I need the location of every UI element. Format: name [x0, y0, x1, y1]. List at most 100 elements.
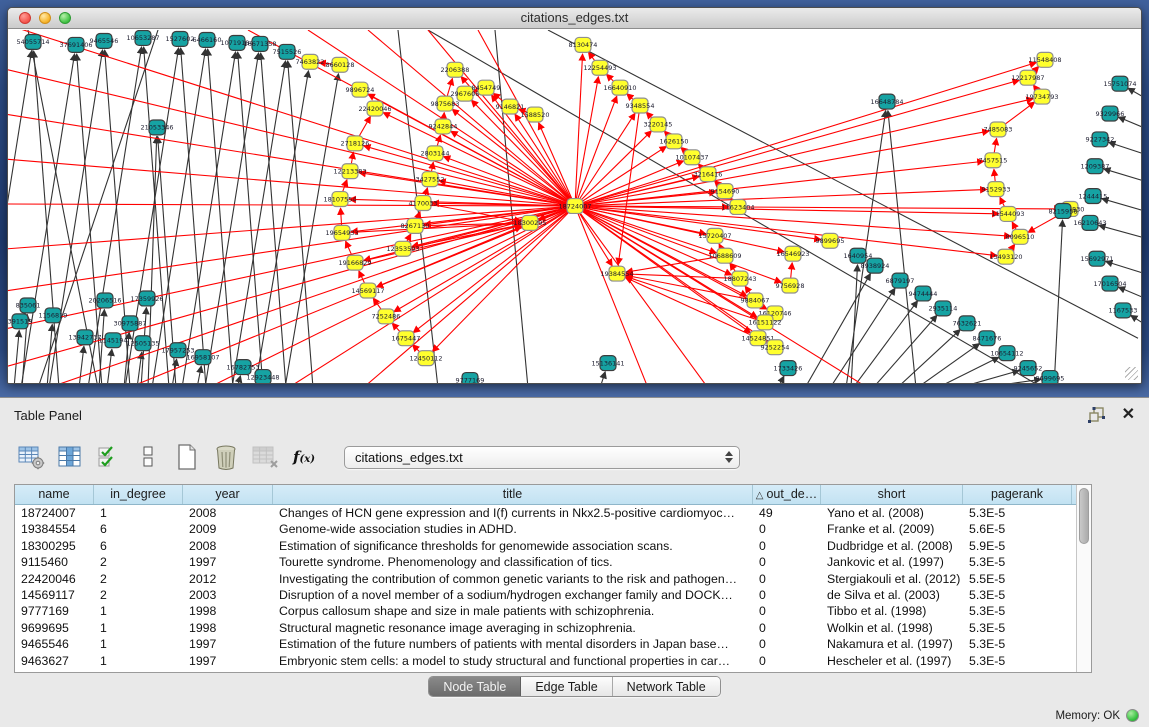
- scrollbar-thumb[interactable]: [1079, 488, 1089, 544]
- graph-node[interactable]: 6879197: [886, 273, 915, 288]
- network-view-window[interactable]: citations_edges.txt 18724007220638898756…: [7, 7, 1142, 384]
- graph-node[interactable]: 9899695: [816, 233, 845, 248]
- column-header-out_de[interactable]: △out_de…: [753, 485, 821, 504]
- column-header-title[interactable]: title: [273, 485, 753, 504]
- tab-node-table[interactable]: Node Table: [429, 677, 521, 696]
- float-window-icon[interactable]: [1088, 407, 1106, 423]
- function-builder-icon[interactable]: f(x): [289, 442, 319, 472]
- citation-network-graph[interactable]: 1872400722063889875683924284428031443427…: [8, 30, 1141, 383]
- graph-node[interactable]: 3220145: [644, 117, 673, 132]
- graph-node[interactable]: 3216416: [694, 167, 723, 182]
- graph-node[interactable]: 6466160: [193, 32, 222, 47]
- graph-node[interactable]: 11548408: [1028, 52, 1061, 67]
- graph-node[interactable]: 16640910: [603, 80, 636, 95]
- table-row[interactable]: 969969511998Structural magnetic resonanc…: [15, 620, 1076, 636]
- window-titlebar[interactable]: citations_edges.txt: [8, 8, 1141, 29]
- graph-node[interactable]: 1588520: [521, 107, 550, 122]
- graph-node[interactable]: 7463822: [296, 54, 325, 69]
- graph-node[interactable]: 9777169: [456, 373, 485, 383]
- column-header-short[interactable]: short: [821, 485, 963, 504]
- graph-node[interactable]: 9465546: [90, 33, 119, 48]
- graph-node[interactable]: 16648784: [870, 94, 903, 109]
- graph-node[interactable]: 9154690: [711, 184, 740, 199]
- graph-node[interactable]: 18107554: [323, 192, 356, 207]
- graph-node[interactable]: 16546923: [776, 246, 809, 261]
- graph-node[interactable]: 19654933: [325, 225, 358, 240]
- table-settings-icon[interactable]: [16, 442, 46, 472]
- table-row[interactable]: 946554611997Estimation of the future num…: [15, 636, 1076, 652]
- table-row[interactable]: 2242004622012Investigating the contribut…: [15, 571, 1076, 587]
- new-document-icon[interactable]: [172, 442, 202, 472]
- graph-node[interactable]: 8471676: [973, 331, 1002, 346]
- graph-node[interactable]: 1626150: [660, 134, 689, 149]
- table-row[interactable]: 1872400712008Changes of HCN gene express…: [15, 505, 1076, 521]
- vertical-scrollbar[interactable]: [1076, 485, 1091, 672]
- graph-node[interactable]: 21053346: [140, 120, 173, 135]
- graph-node[interactable]: 9756928: [776, 278, 805, 293]
- graph-node[interactable]: 12217987: [1011, 70, 1044, 85]
- resize-grip-icon[interactable]: [1125, 367, 1138, 380]
- graph-node[interactable]: 17359926: [130, 291, 163, 306]
- table-row[interactable]: 977716911998Corpus callosum shape and si…: [15, 603, 1076, 619]
- graph-node[interactable]: 9875683: [431, 96, 460, 111]
- table-row[interactable]: 1456911722003Disruption of a novel membe…: [15, 587, 1076, 603]
- graph-node[interactable]: 7515526: [273, 44, 302, 59]
- row-height-icon[interactable]: [133, 442, 163, 472]
- graph-node[interactable]: 9152933: [982, 182, 1011, 197]
- graph-node[interactable]: 2935114: [929, 301, 958, 316]
- graph-node[interactable]: 9242844: [429, 119, 458, 134]
- graph-node[interactable]: 7457515: [979, 153, 1008, 168]
- graph-node[interactable]: 15493120: [989, 249, 1022, 264]
- column-header-name[interactable]: name: [15, 485, 94, 504]
- graph-node[interactable]: 1527602: [166, 31, 195, 46]
- graph-node[interactable]: 15692971: [1080, 251, 1113, 266]
- graph-node[interactable]: 11623404: [721, 200, 754, 215]
- graph-node[interactable]: 1209387: [1081, 159, 1110, 174]
- delete-rows-trash-icon[interactable]: [211, 442, 241, 472]
- graph-node[interactable]: 1675447: [392, 331, 421, 346]
- close-panel-icon[interactable]: ✕: [1122, 407, 1135, 423]
- graph-node[interactable]: 1733426: [774, 361, 803, 376]
- graph-node[interactable]: 9699695: [1036, 371, 1065, 383]
- network-canvas[interactable]: 1872400722063889875683924284428031443427…: [8, 30, 1141, 383]
- close-window-button[interactable]: [19, 12, 31, 24]
- graph-node[interactable]: 19166829: [338, 255, 371, 270]
- graph-node[interactable]: 835061: [16, 298, 41, 313]
- select-rows-icon[interactable]: [94, 442, 124, 472]
- graph-node[interactable]: 391519: [8, 314, 32, 329]
- graph-node[interactable]: 10653287: [126, 30, 159, 45]
- graph-node[interactable]: 12450112: [409, 351, 442, 366]
- graph-node[interactable]: 7252486: [372, 309, 401, 324]
- table-row[interactable]: 946362711997Embryonic stem cells: a mode…: [15, 653, 1076, 669]
- table-row[interactable]: 1938455462009Genome-wide association stu…: [15, 521, 1076, 537]
- zoom-window-button[interactable]: [59, 12, 71, 24]
- column-header-pagerank[interactable]: pagerank: [963, 485, 1072, 504]
- graph-node[interactable]: 7485083: [984, 122, 1013, 137]
- minimize-window-button[interactable]: [39, 12, 51, 24]
- graph-node[interactable]: 8660128: [326, 57, 355, 72]
- graph-node[interactable]: 9474444: [909, 286, 938, 301]
- graph-node[interactable]: 9227342: [1086, 132, 1115, 147]
- graph-node[interactable]: 2718126: [341, 136, 370, 151]
- graph-node[interactable]: 8130474: [569, 37, 598, 52]
- graph-node[interactable]: 15136141: [591, 356, 624, 371]
- graph-node[interactable]: 16210643: [1073, 215, 1106, 230]
- graph-node[interactable]: 12254493: [583, 60, 616, 75]
- graph-node[interactable]: 9329966: [1096, 106, 1125, 121]
- tab-edge-table[interactable]: Edge Table: [521, 677, 612, 696]
- table-selector-dropdown[interactable]: citations_edges.txt: [344, 446, 740, 469]
- graph-node[interactable]: 9348554: [626, 98, 655, 113]
- graph-node[interactable]: 12213383: [333, 164, 366, 179]
- graph-node[interactable]: 15751074: [1103, 76, 1136, 91]
- column-header-in_degree[interactable]: in_degree: [94, 485, 183, 504]
- graph-node[interactable]: 20206516: [88, 293, 121, 308]
- graph-node[interactable]: 10688609: [708, 248, 741, 263]
- graph-node[interactable]: 4170033: [409, 196, 438, 211]
- graph-node[interactable]: 19734793: [1025, 89, 1058, 104]
- graph-node[interactable]: 1167533: [1109, 303, 1138, 318]
- table-row[interactable]: 911546021997Tourette syndrome. Phenomeno…: [15, 554, 1076, 570]
- column-header-year[interactable]: year: [183, 485, 273, 504]
- graph-node[interactable]: 1244415: [1079, 189, 1108, 204]
- tab-network-table[interactable]: Network Table: [613, 677, 720, 696]
- show-columns-icon[interactable]: [55, 442, 85, 472]
